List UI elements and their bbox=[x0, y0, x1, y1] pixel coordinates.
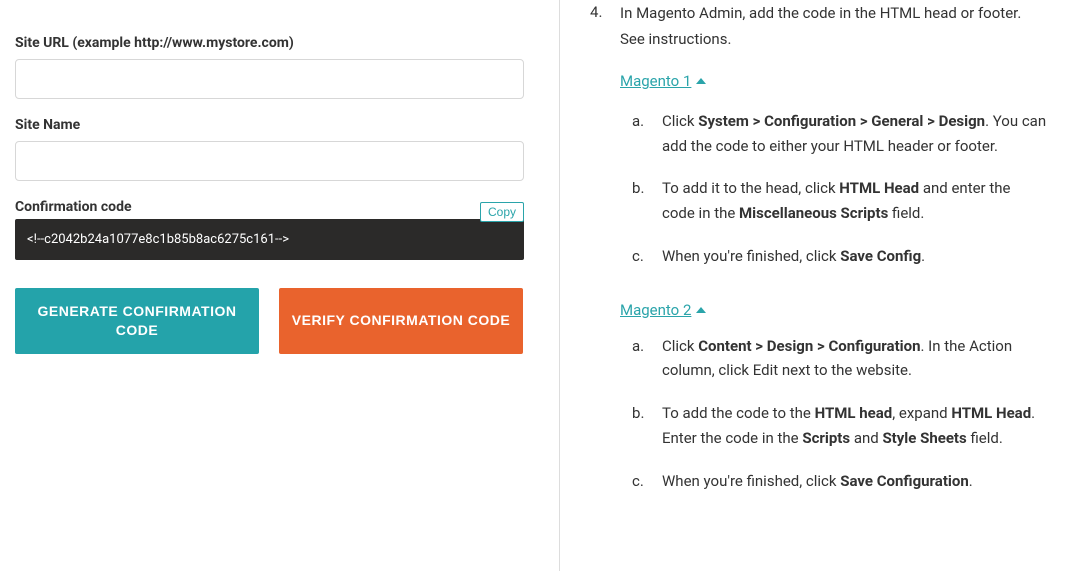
magento-1-label: Magento 1 bbox=[620, 69, 691, 93]
site-url-input[interactable] bbox=[15, 59, 524, 99]
instruction-step-4: In Magento Admin, add the code in the HT… bbox=[590, 0, 1047, 269]
site-name-label: Site Name bbox=[15, 117, 544, 133]
m2-content-path: Content > Design > Configuration bbox=[698, 337, 920, 355]
confirmation-code-value: <!--c2042b24a1077e8c1b85b8ac6275c161--> bbox=[15, 219, 524, 260]
m2-save-configuration: Save Configuration bbox=[840, 472, 969, 490]
magento-2-toggle[interactable]: Magento 2 bbox=[620, 301, 706, 319]
m2-step-c: When you're finished, click Save Configu… bbox=[632, 469, 1047, 494]
magento-1-toggle[interactable]: Magento 1 bbox=[620, 69, 706, 93]
confirmation-code-label: Confirmation code bbox=[15, 199, 132, 215]
site-url-label: Site URL (example http://www.mystore.com… bbox=[15, 35, 544, 51]
m1-step-c: When you're finished, click Save Config. bbox=[632, 244, 1047, 269]
m2-step-a: Click Content > Design > Configuration. … bbox=[632, 334, 1047, 384]
m2-scripts: Scripts bbox=[802, 429, 850, 447]
site-name-input[interactable] bbox=[15, 141, 524, 181]
m1-save-config: Save Config bbox=[840, 247, 921, 265]
m2-style-sheets: Style Sheets bbox=[882, 429, 966, 447]
step4-text: In Magento Admin, add the code in the HT… bbox=[620, 4, 1021, 48]
copy-button[interactable]: Copy bbox=[480, 202, 524, 222]
verify-confirmation-code-button[interactable]: VERIFY CONFIRMATION CODE bbox=[279, 288, 523, 354]
m1-misc-scripts: Miscellaneous Scripts bbox=[739, 204, 888, 222]
form-panel: Site URL (example http://www.mystore.com… bbox=[0, 0, 560, 571]
magento-2-label: Magento 2 bbox=[620, 301, 691, 319]
caret-up-icon bbox=[696, 78, 706, 84]
m1-html-head: HTML Head bbox=[839, 179, 919, 197]
m1-system-path: System > Configuration > General > Desig… bbox=[698, 112, 985, 130]
instructions-panel: In Magento Admin, add the code in the HT… bbox=[560, 0, 1077, 571]
m1-step-b: To add it to the head, click HTML Head a… bbox=[632, 176, 1047, 226]
generate-confirmation-code-button[interactable]: GENERATE CONFIRMATION CODE bbox=[15, 288, 259, 354]
m2-step-b: To add the code to the HTML head, expand… bbox=[632, 401, 1047, 451]
m1-step-a: Click System > Configuration > General >… bbox=[632, 109, 1047, 159]
m2-html-head-2: HTML Head bbox=[951, 404, 1031, 422]
m2-html-head-1: HTML head bbox=[815, 404, 893, 422]
caret-up-icon bbox=[696, 307, 706, 313]
